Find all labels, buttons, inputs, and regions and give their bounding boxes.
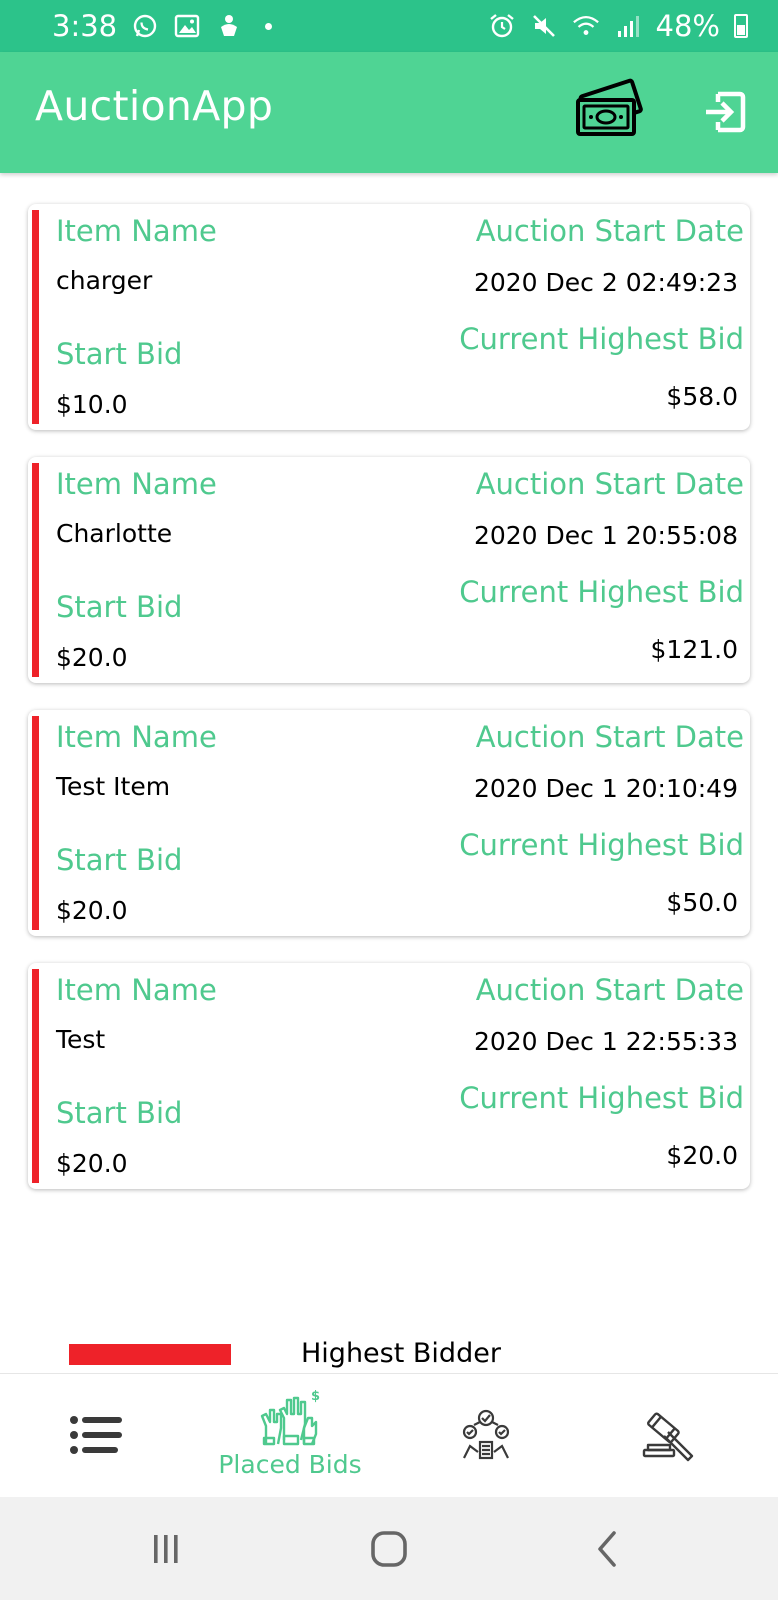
status-left: 3:38 [52, 9, 273, 43]
battery-percent: 48% [655, 9, 720, 43]
start-bid: $10.0 [56, 390, 128, 419]
highest-bidder-indicator [32, 969, 39, 1183]
current-highest-bid-label: Current Highest Bid [459, 1081, 744, 1115]
highest-bidder-indicator [32, 210, 39, 424]
start-bid-label: Start Bid [56, 337, 183, 371]
recents-icon[interactable] [144, 1527, 188, 1571]
nav-item-bidders[interactable] [390, 1374, 590, 1498]
logout-icon[interactable] [700, 88, 748, 136]
highest-bidder-indicator [32, 463, 39, 677]
alarm-icon [488, 12, 516, 40]
android-icon [215, 12, 243, 40]
item-name-label: Item Name [56, 720, 217, 754]
app-title: AuctionApp [35, 82, 274, 130]
home-icon[interactable] [367, 1527, 411, 1571]
current-highest-bid-label: Current Highest Bid [459, 322, 744, 356]
raised-hands-icon: $ [260, 1389, 320, 1446]
legend-label: Highest Bidder [301, 1338, 501, 1369]
status-right: 48% [488, 9, 748, 43]
app-bar: AuctionApp [0, 52, 778, 173]
nav-item-placed-bids[interactable]: $ Placed Bids [190, 1374, 390, 1498]
bidders-icon [462, 1409, 510, 1460]
auction-card[interactable]: Item Name charger Auction Start Date 202… [28, 204, 750, 430]
auction-start-date: 2020 Dec 1 20:10:49 [473, 774, 738, 803]
gallery-icon [173, 12, 201, 40]
svg-text:$: $ [311, 1389, 320, 1404]
item-name: Test [56, 1025, 106, 1054]
start-bid: $20.0 [56, 896, 128, 925]
start-bid: $20.0 [56, 1149, 128, 1178]
gavel-icon [642, 1412, 694, 1462]
list-icon [70, 1416, 122, 1454]
auction-card[interactable]: Item Name Test Item Auction Start Date 2… [28, 710, 750, 936]
money-icon[interactable] [572, 78, 650, 144]
status-bar: 3:38 48% [0, 0, 778, 52]
nav-item-list[interactable] [0, 1374, 200, 1498]
current-highest-bid-label: Current Highest Bid [459, 828, 744, 862]
start-bid-label: Start Bid [56, 843, 183, 877]
auction-start-date-label: Auction Start Date [475, 973, 744, 1007]
highest-bidder-indicator [32, 716, 39, 930]
system-nav-bar [0, 1497, 778, 1600]
auction-start-date: 2020 Dec 2 02:49:23 [473, 268, 738, 297]
nav-label-placed-bids: Placed Bids [218, 1450, 362, 1479]
auction-start-date: 2020 Dec 1 22:55:33 [473, 1027, 738, 1056]
dot-icon [265, 22, 273, 30]
status-time: 3:38 [52, 9, 118, 43]
wifi-icon [572, 12, 600, 40]
legend-swatch [69, 1344, 231, 1365]
nav-item-auctions[interactable] [590, 1374, 778, 1498]
start-bid-label: Start Bid [56, 590, 183, 624]
start-bid: $20.0 [56, 643, 128, 672]
back-icon[interactable] [586, 1527, 630, 1571]
auction-card[interactable]: Item Name Charlotte Auction Start Date 2… [28, 457, 750, 683]
signal-icon [614, 12, 642, 40]
start-bid-label: Start Bid [56, 1096, 183, 1130]
item-name: Test Item [56, 772, 171, 801]
whatsapp-icon [131, 12, 159, 40]
auction-start-date-label: Auction Start Date [475, 720, 744, 754]
item-name: charger [56, 266, 153, 295]
battery-icon [734, 14, 748, 38]
auction-start-date-label: Auction Start Date [475, 214, 744, 248]
auction-start-date-label: Auction Start Date [475, 467, 744, 501]
current-highest-bid-label: Current Highest Bid [459, 575, 744, 609]
auction-card[interactable]: Item Name Test Auction Start Date 2020 D… [28, 963, 750, 1189]
item-name: Charlotte [56, 519, 173, 548]
bottom-nav: $ Placed Bids [0, 1373, 778, 1497]
current-highest-bid: $50.0 [666, 888, 738, 917]
current-highest-bid: $121.0 [650, 635, 738, 664]
item-name-label: Item Name [56, 467, 217, 501]
current-highest-bid: $20.0 [666, 1141, 738, 1170]
item-name-label: Item Name [56, 973, 217, 1007]
mute-icon [530, 12, 558, 40]
item-name-label: Item Name [56, 214, 217, 248]
current-highest-bid: $58.0 [666, 382, 738, 411]
auction-start-date: 2020 Dec 1 20:55:08 [473, 521, 738, 550]
